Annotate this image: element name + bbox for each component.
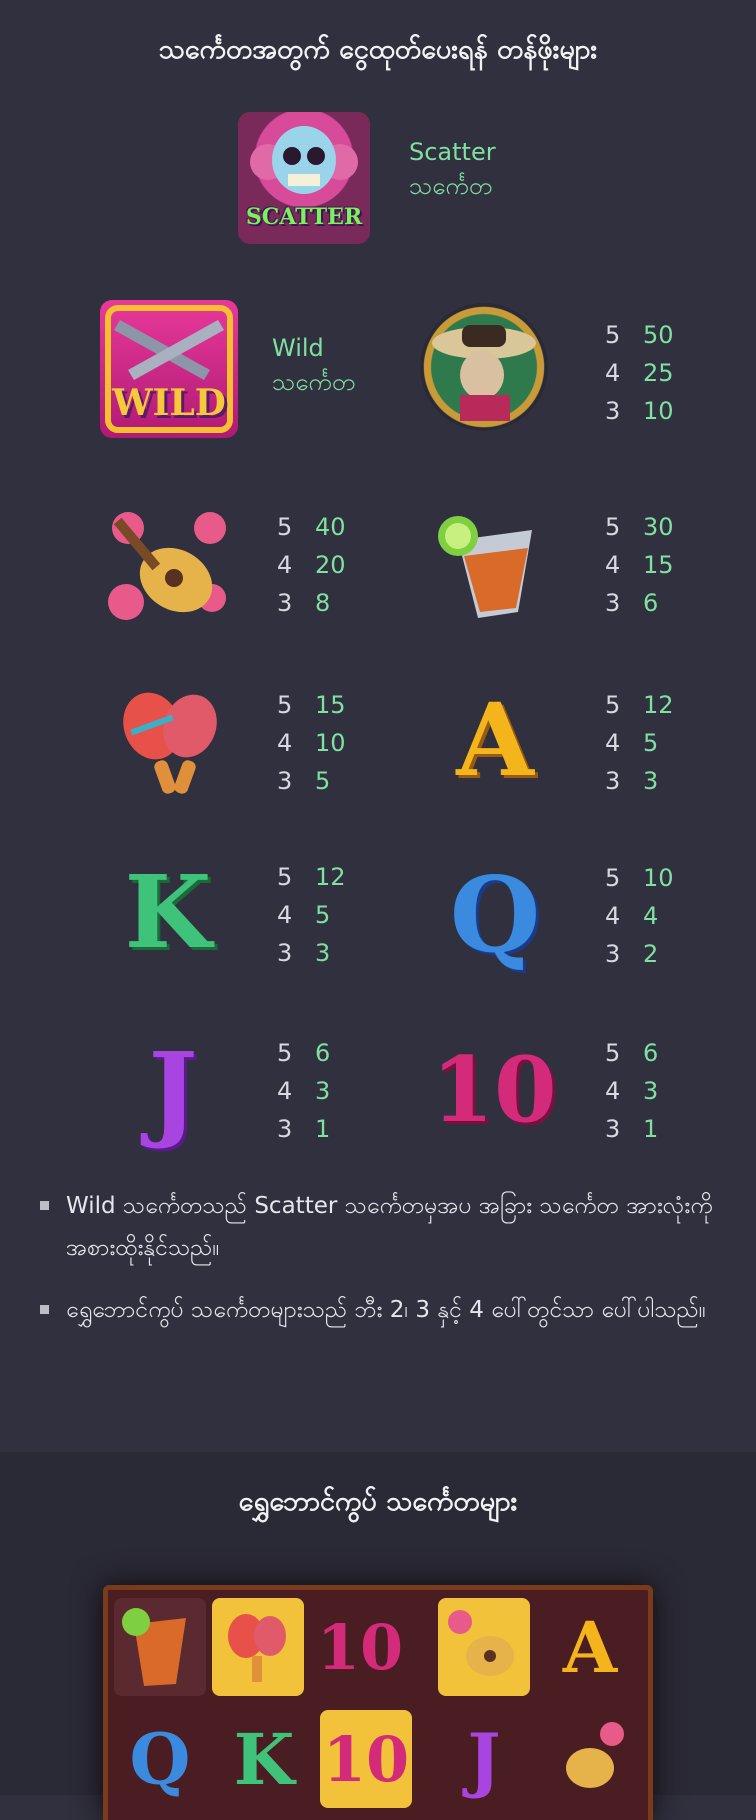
skull-scatter-icon: SCATTER bbox=[238, 112, 370, 244]
reel-preview: 10 A Q K 10 J bbox=[103, 1585, 653, 1820]
paytable-section: သင်္ကေတအတွက် ငွေထုတ်ပေးရန် တန်ဖိုးများ S… bbox=[0, 0, 756, 1452]
wild-name: Wild bbox=[272, 334, 324, 362]
scatter-sub: သင်္ကေတ bbox=[409, 172, 493, 200]
mariachi-man-icon bbox=[420, 303, 548, 431]
paytable-title: သင်္ကေတအတွက် ငွေထုတ်ပေးရန် တန်ဖိုးများ bbox=[158, 34, 598, 65]
bullet-icon bbox=[40, 1201, 49, 1210]
rule-item: Wild သင်္ကေတသည် Scatter သင်္ကေတမှအပ အခြာ… bbox=[40, 1185, 730, 1269]
letter-k-paytable: 5 12 45 33 bbox=[277, 863, 346, 967]
number-10-paytable: 56 43 31 bbox=[605, 1039, 659, 1143]
cocktail-paytable: 5 30 4 15 36 bbox=[605, 513, 674, 617]
letter-q-icon: Q bbox=[129, 1717, 191, 1801]
letter-k-icon: K bbox=[233, 1717, 295, 1801]
scatter-symbol-text: SCATTER bbox=[245, 204, 363, 230]
guitar-roses-icon bbox=[104, 498, 236, 630]
number-10-icon: 10 bbox=[431, 1037, 557, 1143]
maracas-paytable: 5 15 4 10 35 bbox=[277, 691, 346, 795]
maracas-icon bbox=[212, 1598, 304, 1696]
wild-label: Wild သင်္ကေတ bbox=[272, 331, 355, 399]
cocktail-lime-icon bbox=[428, 500, 560, 632]
letter-a-icon: A bbox=[456, 681, 534, 799]
wild-symbol-text: WILD bbox=[112, 382, 226, 424]
letter-q-paytable: 5 10 44 32 bbox=[605, 864, 674, 968]
rule-item: ရွှေဘောင်ကွပ် သင်္ကေတများသည် ဘီး 2၊ 3 နှ… bbox=[40, 1289, 730, 1331]
maracas-icon bbox=[108, 682, 232, 806]
cocktail-lime-icon bbox=[114, 1598, 206, 1696]
number-10-icon: 10 bbox=[316, 1610, 404, 1684]
scatter-name: Scatter bbox=[409, 138, 496, 166]
bullet-icon bbox=[40, 1305, 49, 1314]
guitar-roses-icon bbox=[544, 1710, 636, 1808]
letter-q-icon: Q bbox=[449, 852, 541, 976]
letter-j-paytable: 56 43 31 bbox=[277, 1039, 331, 1143]
letter-a-paytable: 5 12 45 33 bbox=[605, 691, 674, 795]
wild-sub: သင်္ကေတ bbox=[272, 368, 356, 396]
crossed-guns-wild-icon: WILD bbox=[100, 300, 238, 438]
rules-list: Wild သင်္ကေတသည် Scatter သင်္ကေတမှအပ အခြာ… bbox=[40, 1185, 730, 1351]
letter-a-icon: A bbox=[562, 1605, 618, 1689]
letter-j-icon: J bbox=[467, 1717, 501, 1801]
scatter-label: Scatter သင်္ကေတ bbox=[409, 135, 496, 203]
letter-j-icon: J bbox=[148, 1028, 198, 1152]
guitar-paytable: 5 40 4 20 38 bbox=[277, 513, 346, 617]
guitar-roses-icon bbox=[438, 1598, 530, 1696]
number-10-icon: 10 bbox=[320, 1710, 412, 1808]
letter-k-icon: K bbox=[124, 853, 212, 971]
mariachi-paytable: 5 50 4 25 3 10 bbox=[605, 321, 674, 425]
golden-title: ရွှေဘောင်ကွပ် သင်္ကေတများ bbox=[238, 1486, 518, 1517]
